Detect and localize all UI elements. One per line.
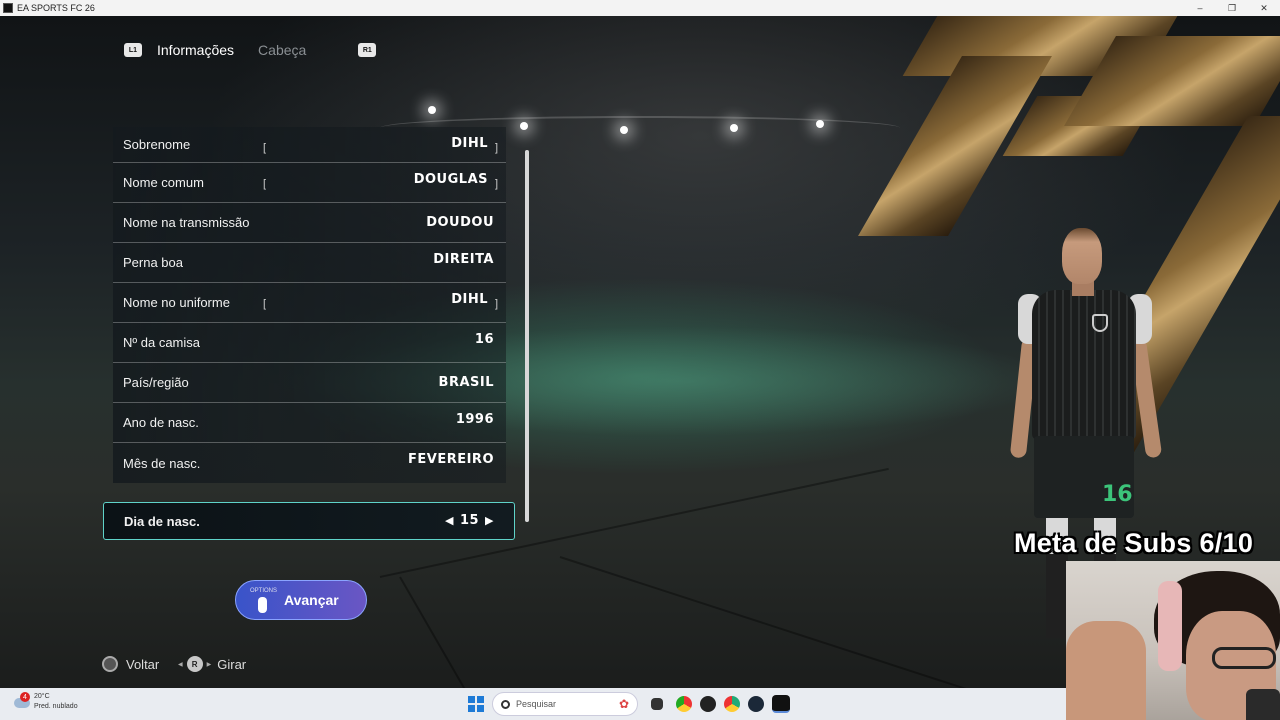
row-perna-boa[interactable]: Perna boa DIREITA — [113, 243, 506, 283]
row-value-stepper: ◀ 15 ▶ — [445, 513, 494, 528]
row-value: 16 — [474, 332, 494, 347]
options-button-label: OPTIONS — [250, 588, 278, 594]
ea-icon[interactable] — [772, 695, 790, 713]
row-dia-nasc-selected[interactable]: Dia de nasc. ◀ 15 ▶ — [103, 502, 515, 540]
text-field-bracket: ] — [494, 178, 498, 190]
steam-icon[interactable] — [748, 696, 764, 712]
row-label: País/região — [123, 375, 189, 390]
cloud-icon: 4 — [12, 692, 30, 710]
row-label: Dia de nasc. — [124, 513, 200, 529]
row-value: DIREITA — [433, 252, 494, 267]
player-head — [1062, 228, 1102, 284]
back-hint[interactable]: Voltar — [102, 656, 159, 672]
row-label: Nome comum — [123, 175, 204, 190]
back-label: Voltar — [126, 656, 160, 672]
triangle-left-icon: ◀ — [178, 661, 183, 668]
tab-cabeca[interactable]: Cabeça — [258, 42, 306, 58]
notification-badge: 4 — [20, 692, 30, 702]
search-placeholder: Pesquisar — [516, 699, 557, 709]
row-nome-uniforme[interactable]: Nome no uniforme [ DIHL ] — [113, 283, 506, 323]
text-field-bracket: [ — [263, 178, 267, 190]
chrome-icon[interactable] — [676, 696, 692, 712]
scrollbar-thumb[interactable] — [525, 150, 529, 522]
close-button[interactable]: ✕ — [1248, 0, 1280, 16]
row-mes-nasc[interactable]: Mês de nasc. FEVEREIRO — [113, 443, 506, 483]
maximize-button[interactable]: ❐ — [1216, 0, 1248, 16]
player-info-form: Sobrenome [ DIHL ] Nome comum [ DOUGLAS … — [103, 127, 515, 540]
row-nome-comum[interactable]: Nome comum [ DOUGLAS ] — [113, 163, 506, 203]
minimize-button[interactable]: – — [1184, 0, 1216, 16]
text-field-bracket: [ — [263, 298, 267, 310]
ea-app-icon — [3, 3, 13, 13]
day-value: 15 — [459, 513, 480, 528]
row-label: Ano de nasc. — [123, 415, 199, 430]
row-label: Perna boa — [123, 255, 183, 270]
shorts-number: 16 — [1102, 482, 1133, 507]
weather-widget[interactable]: 4 20°C Pred. nublado — [12, 692, 78, 712]
file-explorer-icon[interactable] — [651, 698, 663, 710]
row-label: Nome na transmissão — [123, 215, 250, 230]
row-value: BRASIL — [438, 375, 494, 390]
search-highlight-icon: ✿ — [618, 697, 629, 711]
microphone-icon — [1246, 689, 1280, 720]
headset-icon — [1158, 581, 1182, 671]
row-nome-transmissao[interactable]: Nome na transmissão DOUDOU — [113, 203, 506, 243]
triangle-right-icon: ▶ — [206, 661, 212, 668]
app-icon[interactable] — [700, 696, 716, 712]
chrome-alt-icon[interactable] — [724, 696, 740, 712]
text-field-bracket: ] — [494, 142, 498, 154]
r1-button-icon[interactable]: R1 — [358, 43, 377, 57]
club-badge-icon — [1092, 314, 1108, 332]
row-value: DIHL — [451, 136, 488, 151]
search-icon — [501, 699, 510, 709]
floor-line — [559, 556, 998, 688]
row-label: Nº da camisa — [123, 335, 200, 350]
windows-start-icon[interactable] — [468, 696, 484, 712]
row-ano-nasc[interactable]: Ano de nasc. 1996 — [113, 403, 506, 443]
right-stick-icon: R — [186, 656, 203, 672]
l1-button-icon[interactable]: L1 — [124, 43, 142, 57]
circle-button-icon — [102, 656, 118, 672]
webcam-feed — [1066, 561, 1280, 720]
rotate-hint[interactable]: ◀ R ▶ Girar — [178, 656, 246, 672]
row-label: Nome no uniforme — [123, 295, 230, 310]
text-field-bracket: ] — [494, 298, 498, 310]
rotate-label: Girar — [217, 656, 247, 672]
row-sobrenome[interactable]: Sobrenome [ DIHL ] — [113, 127, 506, 163]
windows-taskbar: 4 20°C Pred. nublado Pesquisar ✿ — [0, 688, 1066, 720]
arrow-right-icon[interactable]: ▶ — [485, 514, 494, 527]
row-pais-regiao[interactable]: País/região BRASIL — [113, 363, 506, 403]
advance-label: Avançar — [284, 592, 339, 608]
text-field-bracket: [ — [263, 142, 267, 154]
weather-desc: Pred. nublado — [34, 703, 78, 710]
player-shirt — [1032, 290, 1136, 440]
advance-button[interactable]: OPTIONS Avançar — [235, 580, 367, 620]
window-title: EA SPORTS FC 26 — [17, 3, 95, 13]
options-button-icon — [258, 597, 267, 613]
arrow-left-icon[interactable]: ◀ — [445, 514, 454, 527]
row-value: DOUDOU — [426, 215, 494, 230]
tab-informacoes[interactable]: Informações — [157, 42, 234, 58]
taskbar-search[interactable]: Pesquisar ✿ — [492, 692, 638, 716]
subs-goal-overlay: Meta de Subs 6/10 — [1014, 528, 1254, 558]
row-value: DIHL — [451, 292, 488, 307]
row-numero-camisa[interactable]: Nº da camisa 16 — [113, 323, 506, 363]
row-value: FEVEREIRO — [408, 452, 494, 467]
weather-temp: 20°C — [34, 693, 50, 700]
window-titlebar: EA SPORTS FC 26 – ❐ ✕ — [0, 0, 1280, 16]
floor-line — [399, 576, 481, 688]
tab-bar: L1 Informações Cabeça R1 — [124, 42, 377, 58]
row-value: 1996 — [455, 412, 494, 427]
row-label: Mês de nasc. — [123, 455, 201, 471]
row-label: Sobrenome — [123, 137, 191, 152]
row-value: DOUGLAS — [413, 172, 488, 187]
